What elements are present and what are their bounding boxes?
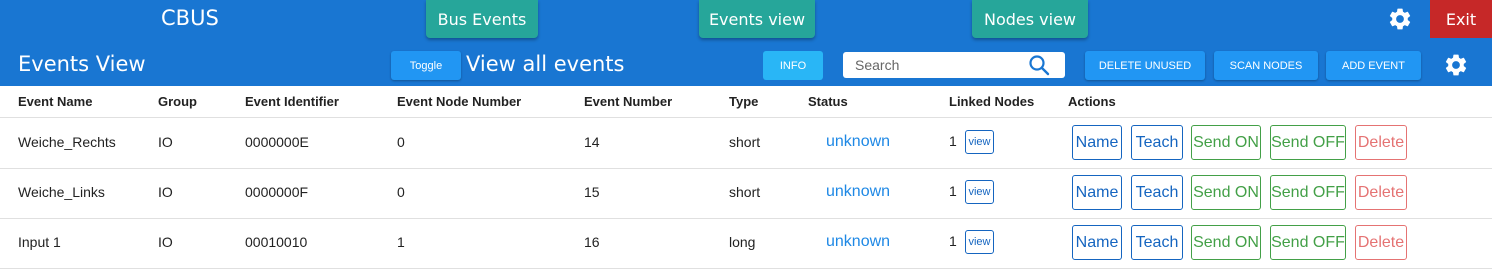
search-icon[interactable] xyxy=(1027,53,1051,82)
table-row: Weiche_Rechts IO 0000000E 0 14 short unk… xyxy=(0,118,1492,169)
group-cell: IO xyxy=(158,134,173,150)
status-cell: unknown xyxy=(826,133,891,150)
scan-nodes-button[interactable]: SCAN NODES xyxy=(1214,51,1318,80)
page-title: Events View xyxy=(18,52,146,76)
toggle-button[interactable]: Toggle xyxy=(391,51,461,80)
event-number-cell: 16 xyxy=(584,234,600,250)
view-linked-nodes-button[interactable]: view xyxy=(965,230,994,254)
info-button[interactable]: INFO xyxy=(763,51,823,80)
name-button[interactable]: Name xyxy=(1072,125,1122,160)
event-identifier-cell: 0000000F xyxy=(245,184,309,200)
table-row: Weiche_Links IO 0000000F 0 15 short unkn… xyxy=(0,168,1492,219)
table-header: Event Name Group Event Identifier Event … xyxy=(0,86,1492,118)
nav-nodes-view-button[interactable]: Nodes view xyxy=(972,0,1088,38)
linked-nodes-count: 1 xyxy=(949,233,957,249)
view-subtitle: View all events xyxy=(466,52,625,76)
teach-button[interactable]: Teach xyxy=(1131,225,1183,260)
nav-events-view-button[interactable]: Events view xyxy=(699,0,815,38)
view-linked-nodes-button[interactable]: view xyxy=(965,180,994,204)
name-button[interactable]: Name xyxy=(1072,225,1122,260)
header-settings-gear-icon[interactable] xyxy=(1385,4,1415,34)
add-event-button[interactable]: ADD EVENT xyxy=(1326,51,1421,80)
linked-nodes-count: 1 xyxy=(949,133,957,149)
column-header-event-name[interactable]: Event Name xyxy=(18,94,92,109)
event-node-number-cell: 0 xyxy=(397,184,405,200)
send-on-button[interactable]: Send ON xyxy=(1191,125,1261,160)
event-node-number-cell: 1 xyxy=(397,234,405,250)
event-number-cell: 14 xyxy=(584,134,600,150)
column-header-actions: Actions xyxy=(1068,94,1116,109)
event-node-number-cell: 0 xyxy=(397,134,405,150)
search-input[interactable] xyxy=(855,55,1025,75)
event-number-cell: 15 xyxy=(584,184,600,200)
delete-unused-button[interactable]: DELETE UNUSED xyxy=(1085,51,1205,80)
app-header: CBUS Bus Events Events view Nodes view E… xyxy=(0,0,1492,86)
app-title: CBUS xyxy=(161,6,219,30)
event-name-cell: Weiche_Links xyxy=(18,184,105,200)
column-header-group[interactable]: Group xyxy=(158,94,197,109)
type-cell: short xyxy=(729,134,761,150)
column-header-type[interactable]: Type xyxy=(729,94,758,109)
exit-button[interactable]: Exit xyxy=(1430,0,1492,38)
column-header-event-identifier[interactable]: Event Identifier xyxy=(245,94,339,109)
send-off-button[interactable]: Send OFF xyxy=(1270,125,1346,160)
table-row: Input 1 IO 00010010 1 16 long unknown 1 … xyxy=(0,218,1492,269)
column-header-event-number[interactable]: Event Number xyxy=(584,94,672,109)
column-header-linked-nodes[interactable]: Linked Nodes xyxy=(949,94,1034,109)
delete-button[interactable]: Delete xyxy=(1355,125,1407,160)
search-box xyxy=(843,52,1065,78)
teach-button[interactable]: Teach xyxy=(1131,175,1183,210)
status-cell: unknown xyxy=(826,183,891,200)
delete-button[interactable]: Delete xyxy=(1355,175,1407,210)
name-button[interactable]: Name xyxy=(1072,175,1122,210)
event-identifier-cell: 0000000E xyxy=(245,134,309,150)
event-name-cell: Weiche_Rechts xyxy=(18,134,116,150)
nav-bus-events-button[interactable]: Bus Events xyxy=(426,0,538,38)
toolbar-settings-gear-icon[interactable] xyxy=(1441,50,1471,80)
column-header-event-node-number[interactable]: Event Node Number xyxy=(397,94,521,109)
teach-button[interactable]: Teach xyxy=(1131,125,1183,160)
send-off-button[interactable]: Send OFF xyxy=(1270,225,1346,260)
group-cell: IO xyxy=(158,184,173,200)
send-off-button[interactable]: Send OFF xyxy=(1270,175,1346,210)
status-cell: unknown xyxy=(826,233,891,250)
send-on-button[interactable]: Send ON xyxy=(1191,175,1261,210)
group-cell: IO xyxy=(158,234,173,250)
type-cell: long xyxy=(729,234,756,250)
delete-button[interactable]: Delete xyxy=(1355,225,1407,260)
send-on-button[interactable]: Send ON xyxy=(1191,225,1261,260)
event-name-cell: Input 1 xyxy=(18,234,61,250)
column-header-status[interactable]: Status xyxy=(808,94,848,109)
view-linked-nodes-button[interactable]: view xyxy=(965,130,994,154)
type-cell: short xyxy=(729,184,761,200)
linked-nodes-count: 1 xyxy=(949,183,957,199)
event-identifier-cell: 00010010 xyxy=(245,234,308,250)
